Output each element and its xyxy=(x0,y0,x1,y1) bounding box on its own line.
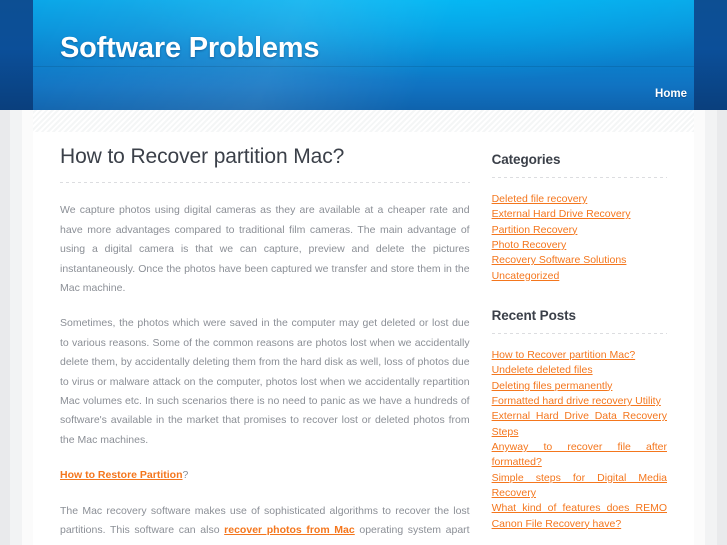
recent-post-deleting-files-permanently[interactable]: Deleting files permanently xyxy=(492,379,667,394)
sidebar: Categories Deleted file recovery Externa… xyxy=(491,132,667,545)
site-header: Software Problems Home xyxy=(0,0,727,110)
recover-photos-from-mac-link[interactable]: recover photos from Mac xyxy=(224,524,355,536)
restore-partition-link[interactable]: How to Restore Partition xyxy=(60,469,183,481)
list-item: What kind of features does REMO Canon Fi… xyxy=(492,501,667,532)
site-title[interactable]: Software Problems xyxy=(60,34,319,63)
sidebar-category-uncategorized[interactable]: Uncategorized xyxy=(492,269,667,284)
list-item: Undelete deleted files xyxy=(492,363,667,378)
striped-banner xyxy=(33,110,694,132)
list-item: Anyway to recover file after formatted? xyxy=(492,440,667,471)
recent-post-formatted-hard-drive-recovery-utility[interactable]: Formatted hard drive recovery Utility xyxy=(492,394,667,409)
header-divider xyxy=(33,66,694,67)
widget-recent-posts: Recent Posts How to Recover partition Ma… xyxy=(491,307,667,532)
main-navigation: Home xyxy=(655,84,687,100)
main-content: How to Recover partition Mac? We capture… xyxy=(60,132,470,545)
recent-post-undelete-deleted-files[interactable]: Undelete deleted files xyxy=(492,363,667,378)
recent-posts-list: How to Recover partition Mac? Undelete d… xyxy=(492,348,667,532)
sidebar-category-external-hard-drive-recovery[interactable]: External Hard Drive Recovery xyxy=(492,207,667,222)
recent-posts-divider xyxy=(491,332,667,334)
sidebar-category-photo-recovery[interactable]: Photo Recovery xyxy=(492,238,667,253)
recent-post-anyway-to-recover-file-after-formatted[interactable]: Anyway to recover file after formatted? xyxy=(492,440,667,471)
list-item: External Hard Drive Data Recovery Steps xyxy=(492,409,667,440)
article-paragraph-1: We capture photos using digital cameras … xyxy=(60,204,470,294)
title-divider xyxy=(60,182,470,184)
recent-post-remo-canon-file-recovery[interactable]: What kind of features does REMO Canon Fi… xyxy=(492,501,667,532)
categories-heading: Categories xyxy=(491,152,561,167)
article-paragraph-2: Sometimes, the photos which were saved i… xyxy=(60,317,470,446)
nav-item-home[interactable]: Home xyxy=(655,88,687,100)
recent-post-how-to-recover-partition-mac[interactable]: How to Recover partition Mac? xyxy=(492,348,667,363)
categories-divider xyxy=(491,177,667,178)
list-item: Uncategorized xyxy=(492,269,667,284)
page-title: How to Recover partition Mac? xyxy=(60,145,345,168)
page-root: Software Problems Home How to Recover pa… xyxy=(0,0,727,545)
list-item: Deleted file recovery xyxy=(492,192,667,207)
list-item: Partition Recovery xyxy=(492,223,667,238)
content-wrap: How to Recover partition Mac? We capture… xyxy=(33,110,694,545)
list-item: How to Recover partition Mac? xyxy=(492,348,667,363)
restore-partition-line: How to Restore Partition? xyxy=(60,466,470,485)
recent-post-simple-steps-for-digital-media-recovery[interactable]: Simple steps for Digital Media Recovery xyxy=(492,471,667,502)
header-left-edge xyxy=(0,0,33,110)
sidebar-category-deleted-file-recovery[interactable]: Deleted file recovery xyxy=(492,192,667,207)
widget-categories: Categories Deleted file recovery Externa… xyxy=(491,152,667,284)
header-right-edge xyxy=(694,0,727,110)
categories-list: Deleted file recovery External Hard Driv… xyxy=(492,192,667,284)
list-item: Formatted hard drive recovery Utility xyxy=(492,394,667,409)
recent-posts-heading: Recent Posts xyxy=(491,307,576,323)
list-item: Recovery Software Solutions xyxy=(492,253,667,268)
restore-partition-suffix: ? xyxy=(182,469,189,482)
article-paragraph-3: The Mac recovery software makes use of s… xyxy=(60,502,470,545)
recent-post-external-hard-drive-data-recovery-steps[interactable]: External Hard Drive Data Recovery Steps xyxy=(492,409,667,440)
sidebar-category-partition-recovery[interactable]: Partition Recovery xyxy=(492,223,667,238)
list-item: Deleting files permanently xyxy=(492,379,667,394)
list-item: Photo Recovery xyxy=(492,238,667,253)
list-item: Simple steps for Digital Media Recovery xyxy=(492,471,667,502)
columns: How to Recover partition Mac? We capture… xyxy=(33,132,694,545)
sidebar-category-recovery-software-solutions[interactable]: Recovery Software Solutions xyxy=(492,253,667,268)
list-item: External Hard Drive Recovery xyxy=(492,207,667,222)
